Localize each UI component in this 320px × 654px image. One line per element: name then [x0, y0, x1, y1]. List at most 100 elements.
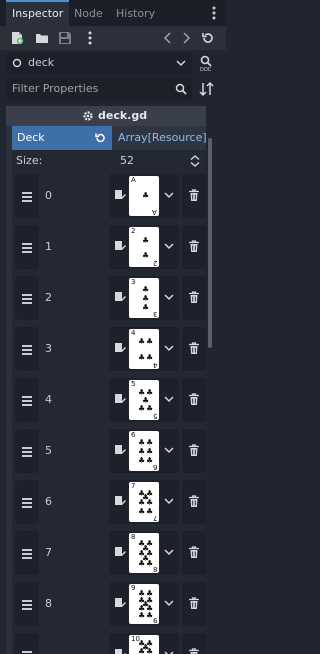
drag-handle-icon[interactable]	[15, 633, 39, 654]
save-icon[interactable]	[57, 30, 73, 46]
card-texture-preview: 6 6 ♣ ♣ ♣ ♣ ♣ ♣	[129, 431, 159, 471]
chevron-down-icon[interactable]	[164, 394, 174, 404]
chevron-down-icon[interactable]	[164, 445, 174, 455]
card-rank: A	[131, 176, 136, 184]
drag-handle-icon[interactable]	[15, 225, 39, 269]
club-pip-icon: ♣	[146, 647, 154, 654]
delete-element-button[interactable]	[182, 174, 206, 218]
property-value-button[interactable]: Array[Resource] (si	[112, 126, 206, 150]
new-resource-icon[interactable]	[9, 30, 25, 46]
delete-element-button[interactable]	[182, 225, 206, 269]
more-icon[interactable]	[82, 30, 98, 46]
array-element-row: 5 6 6 ♣ ♣ ♣ ♣ ♣ ♣	[12, 427, 206, 475]
chevron-down-icon[interactable]	[164, 598, 174, 608]
edit-resource-icon[interactable]	[114, 495, 126, 507]
revert-icon[interactable]	[94, 132, 106, 144]
array-size-row: Size: 52	[12, 150, 206, 172]
tab-node[interactable]: Node	[68, 0, 109, 26]
element-index: 0	[45, 189, 52, 202]
club-pip-icon: ♣	[138, 611, 146, 620]
open-folder-icon[interactable]	[34, 30, 50, 46]
card-rank-rotated: 7	[152, 514, 157, 522]
drag-handle-icon[interactable]	[15, 327, 39, 371]
drag-handle-icon[interactable]	[15, 429, 39, 473]
trash-icon	[189, 342, 199, 354]
drag-handle-icon[interactable]	[15, 276, 39, 320]
forward-arrow-icon[interactable]	[178, 30, 194, 46]
club-pip-icon: ♣	[146, 337, 154, 346]
object-type-icon	[12, 58, 22, 68]
card-rank-rotated: 2	[152, 259, 157, 267]
chevron-down-icon[interactable]	[164, 190, 174, 200]
drag-handle-icon[interactable]	[15, 480, 39, 524]
edit-resource-icon[interactable]	[114, 393, 126, 405]
edit-resource-icon[interactable]	[114, 597, 126, 609]
edit-resource-icon[interactable]	[114, 444, 126, 456]
resource-picker[interactable]: 1010♣♣♣♣♣♣♣♣♣♣	[109, 633, 179, 654]
object-selector[interactable]: deck	[6, 52, 192, 74]
trash-icon	[189, 597, 199, 609]
gear-icon	[83, 111, 93, 121]
resource-picker[interactable]: 4 4 ♣ ♣ ♣ ♣	[109, 327, 179, 371]
card-rank: 8	[131, 533, 136, 541]
resource-picker[interactable]: 8 8 ♣ ♣ ♣ ♣ ♣ ♣ ♣ ♣	[109, 531, 179, 575]
delete-element-button[interactable]	[182, 378, 206, 422]
property-name[interactable]: Deck	[12, 126, 112, 150]
element-index: 7	[45, 546, 52, 559]
resource-picker[interactable]: A A ♣	[109, 174, 179, 218]
drag-handle-icon[interactable]	[15, 378, 39, 422]
object-properties-icon[interactable]: DOC	[198, 54, 216, 72]
delete-element-button[interactable]	[182, 531, 206, 575]
tab-menu-icon[interactable]	[208, 5, 220, 21]
trash-icon	[189, 495, 199, 507]
tab-history[interactable]: History	[110, 0, 161, 26]
edit-resource-icon[interactable]	[114, 648, 126, 654]
array-element-row: 4 5 5 ♣ ♣ ♣ ♣ ♣	[12, 376, 206, 424]
delete-element-button[interactable]	[182, 633, 206, 654]
delete-element-button[interactable]	[182, 429, 206, 473]
edit-resource-icon[interactable]	[114, 342, 126, 354]
resource-picker[interactable]: 6 6 ♣ ♣ ♣ ♣ ♣ ♣	[109, 429, 179, 473]
filter-properties-input: Filter Properties	[12, 82, 99, 95]
chevron-down-icon[interactable]	[164, 547, 174, 557]
array-element-row: 3 4 4 ♣ ♣ ♣ ♣	[12, 325, 206, 373]
resource-picker[interactable]: 7 7 ♣ ♣ ♣ ♣ ♣ ♣ ♣	[109, 480, 179, 524]
tab-inspector[interactable]: Inspector	[6, 0, 70, 26]
filter-properties-field[interactable]: Filter Properties	[6, 78, 192, 100]
edit-resource-icon[interactable]	[114, 546, 126, 558]
resource-picker[interactable]: 3 3 ♣ ♣ ♣	[109, 276, 179, 320]
array-element-row: 7 8 8 ♣ ♣ ♣ ♣ ♣ ♣ ♣ ♣	[12, 529, 206, 577]
drag-handle-icon[interactable]	[15, 531, 39, 575]
trash-icon	[189, 189, 199, 201]
club-pip-icon: ♣	[142, 251, 150, 260]
delete-element-button[interactable]	[182, 582, 206, 626]
delete-element-button[interactable]	[182, 480, 206, 524]
element-index: 3	[45, 342, 52, 355]
edit-resource-icon[interactable]	[114, 291, 126, 303]
chevron-down-icon[interactable]	[164, 292, 174, 302]
chevron-down-icon[interactable]	[164, 241, 174, 251]
club-pip-icon: ♣	[142, 285, 150, 294]
sort-properties-icon[interactable]	[198, 80, 216, 98]
back-arrow-icon[interactable]	[160, 30, 176, 46]
edit-resource-icon[interactable]	[114, 240, 126, 252]
spinner-arrows-icon[interactable]	[190, 155, 200, 167]
drag-handle-icon[interactable]	[15, 582, 39, 626]
element-index: 8	[45, 597, 52, 610]
card-rank-rotated: 4	[152, 361, 157, 369]
resource-picker[interactable]: 9 9 ♣ ♣ ♣ ♣ ♣ ♣ ♣ ♣ ♣	[109, 582, 179, 626]
chevron-down-icon[interactable]	[164, 496, 174, 506]
delete-element-button[interactable]	[182, 276, 206, 320]
delete-element-button[interactable]	[182, 327, 206, 371]
array-size-input[interactable]: 52	[120, 150, 134, 172]
history-icon[interactable]	[200, 30, 216, 46]
edit-resource-icon[interactable]	[114, 189, 126, 201]
chevron-down-icon[interactable]	[164, 649, 174, 654]
array-element-row: 1 2 2 ♣ ♣	[12, 223, 206, 271]
inspector-scrollbar[interactable]	[208, 138, 212, 348]
resource-picker[interactable]: 2 2 ♣ ♣	[109, 225, 179, 269]
chevron-down-icon[interactable]	[164, 343, 174, 353]
drag-handle-icon[interactable]	[15, 174, 39, 218]
resource-picker[interactable]: 5 5 ♣ ♣ ♣ ♣ ♣	[109, 378, 179, 422]
script-header[interactable]: deck.gd	[6, 106, 206, 126]
